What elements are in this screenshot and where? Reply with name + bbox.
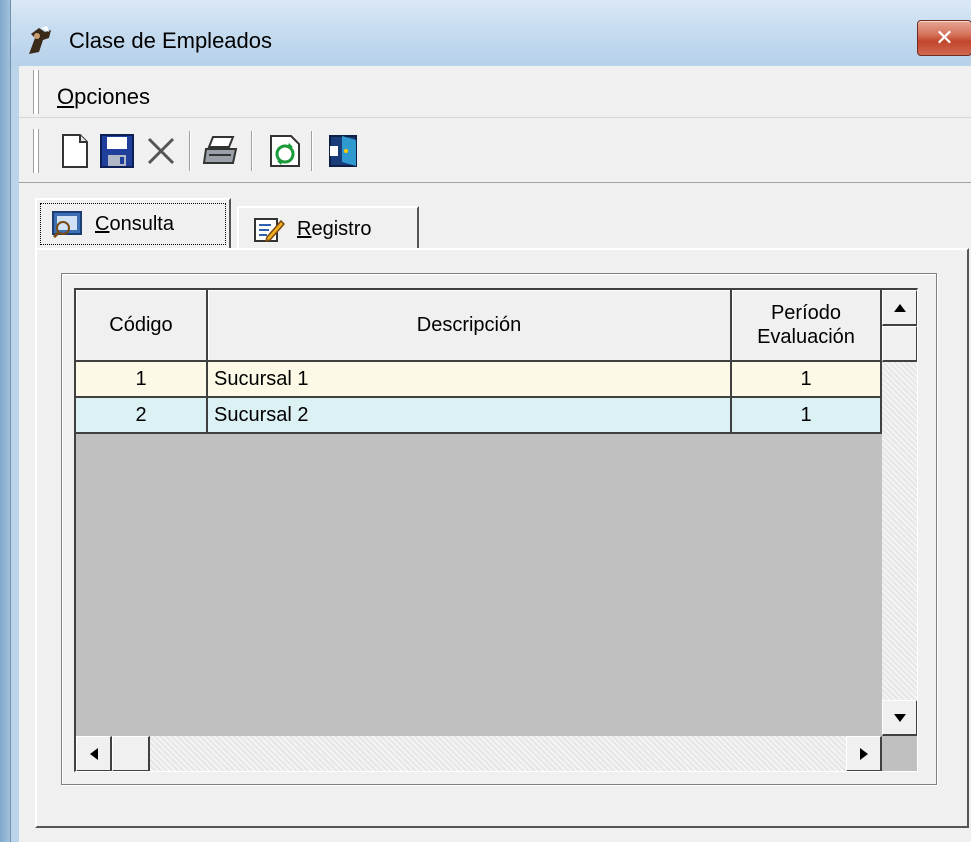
cell-periodo[interactable]: 1	[732, 398, 882, 434]
close-button[interactable]: ✕	[917, 20, 971, 56]
save-icon	[100, 134, 134, 168]
cell-codigo[interactable]: 2	[76, 398, 208, 434]
horizontal-scroll-thumb[interactable]	[112, 736, 150, 771]
tab-registro-label: Registro	[297, 218, 371, 241]
print-button[interactable]	[201, 131, 241, 171]
tab-consulta[interactable]: Consulta	[35, 198, 231, 248]
scroll-down-button[interactable]	[882, 700, 917, 736]
menu-opciones-mnemonic: O	[57, 84, 75, 109]
app-logo-icon	[29, 26, 51, 54]
table-row[interactable]: 1 Sucursal 1 1	[76, 362, 882, 398]
table-row[interactable]: 2 Sucursal 2 1	[76, 398, 882, 434]
cell-codigo[interactable]: 1	[76, 362, 208, 398]
toolbar-grip[interactable]	[33, 129, 39, 173]
toolbar-separator	[251, 131, 253, 171]
exit-icon	[329, 135, 357, 167]
scrollbar-corner	[882, 736, 917, 771]
menu-opciones-label: pciones	[74, 84, 150, 109]
scroll-right-button[interactable]	[846, 736, 882, 771]
tab-registro-mnemonic: R	[297, 217, 312, 240]
close-icon: ✕	[935, 25, 954, 50]
cell-descripcion[interactable]: Sucursal 2	[208, 398, 732, 434]
refresh-button[interactable]	[265, 131, 305, 171]
toolbar	[19, 119, 971, 183]
cell-periodo[interactable]: 1	[732, 362, 882, 398]
edit-icon	[254, 218, 285, 243]
menu-grip[interactable]	[33, 70, 39, 114]
arrow-left-icon	[89, 747, 98, 760]
exit-button[interactable]	[323, 131, 363, 171]
arrow-down-icon	[893, 713, 906, 722]
column-header-periodo-evaluacion[interactable]: Período Evaluación	[732, 290, 882, 362]
delete-button[interactable]	[141, 131, 181, 171]
new-button[interactable]	[55, 131, 95, 171]
scroll-left-button[interactable]	[76, 736, 112, 771]
new-document-icon	[62, 134, 88, 168]
print-icon	[203, 136, 238, 164]
data-grid[interactable]: Código Descripción Período Evaluación 1 …	[74, 288, 918, 772]
arrow-up-icon	[893, 303, 906, 312]
tab-panel-consulta: Código Descripción Período Evaluación 1 …	[35, 248, 969, 828]
scroll-up-button[interactable]	[882, 290, 917, 326]
toolbar-separator	[311, 131, 313, 171]
column-header-descripcion[interactable]: Descripción	[208, 290, 732, 362]
grid-header: Código Descripción Período Evaluación	[76, 290, 882, 362]
title-bar[interactable]: Clase de Empleados ✕	[11, 0, 971, 66]
toolbar-separator	[189, 131, 191, 171]
column-header-codigo[interactable]: Código	[76, 290, 208, 362]
tab-registro[interactable]: Registro	[237, 206, 419, 250]
delete-icon	[147, 137, 175, 165]
grid-frame: Código Descripción Período Evaluación 1 …	[61, 273, 937, 785]
menu-bar: Opciones	[19, 66, 971, 118]
save-button[interactable]	[97, 131, 137, 171]
refresh-icon	[270, 135, 300, 167]
arrow-right-icon	[859, 747, 868, 760]
window-title: Clase de Empleados	[69, 28, 273, 53]
vertical-scroll-thumb[interactable]	[882, 326, 917, 362]
vertical-scrollbar[interactable]	[882, 290, 917, 736]
column-header-periodo-evaluacion-label: Período Evaluación	[757, 302, 855, 348]
menu-opciones[interactable]: Opciones	[57, 84, 150, 110]
client-area: Opciones Consulta Registro Código Descri…	[19, 66, 971, 842]
app-window: Clase de Empleados ✕ Opciones Consulta R…	[10, 0, 971, 842]
tab-registro-rest: egistro	[311, 217, 372, 240]
horizontal-scrollbar[interactable]	[76, 736, 882, 771]
focus-rectangle	[40, 203, 226, 245]
cell-descripcion[interactable]: Sucursal 1	[208, 362, 732, 398]
